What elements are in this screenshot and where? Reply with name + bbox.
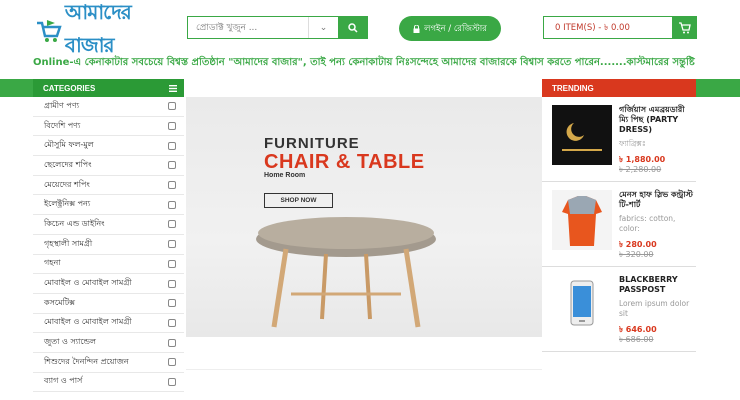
banner-subheading: CHAIR & TABLE [264,151,425,173]
category-icon [168,318,176,327]
product-desc: fabrics: cotton, color: [619,214,676,233]
login-label: লগইন / রেজিস্টার [424,23,487,34]
cart-logo-icon [36,20,62,42]
category-icon [168,299,176,308]
category-icon [168,141,176,150]
product-price: ৳ 646.00 [619,325,657,334]
tshirt-image [552,190,612,250]
chevron-down-icon: ⌄ [319,22,328,32]
category-item[interactable]: ইলেক্ট্রনিক্স পন্য [33,195,184,216]
stool-image [256,217,436,328]
category-item[interactable]: মোবাইল ও মোবাইল সামগ্রী [33,314,184,334]
category-item[interactable]: মেয়েদের শপিং [33,176,184,196]
banner-caption: Home Room [264,172,306,179]
trending-product[interactable]: BLACKBERRY PASSPOST Lorem ipsum dolor si… [542,267,696,352]
category-icon [168,122,176,131]
hero-banner[interactable]: FURNITURE CHAIR & TABLE Home Room SHOP N… [186,97,542,337]
product-name[interactable]: গর্জিয়াস এমব্রয়ডারী ম্যি পিছ (PARTY DR… [619,105,696,135]
product-old-price: ৳ 320.00 [619,250,654,259]
category-item[interactable]: গ্রামীণ পণ্য [33,97,184,117]
phone-image [552,275,612,335]
trending-product[interactable]: গর্জিয়াস এমব্রয়ডারী ম্যি পিছ (PARTY DR… [542,97,696,182]
category-item[interactable]: মৌসুমি ফল-মুল [33,136,184,157]
category-icon [168,338,176,347]
category-icon [168,377,176,386]
trending-header: TRENDING [542,79,696,97]
lock-icon [413,24,420,33]
category-icon [168,259,176,268]
search-category-dropdown[interactable]: ⌄ [308,17,338,38]
category-icon [168,358,176,367]
menu-icon [169,84,177,92]
announcement-marquee: Online-এ কেনাকাটার সবচেয়ে বিশ্বস্ত প্রত… [33,55,707,70]
site-logo[interactable]: আমাদের বাজার [35,0,185,57]
trending-title: TRENDING [552,83,594,93]
product-desc: Lorem ipsum dolor sit [619,299,690,318]
banner-heading: FURNITURE [264,135,360,152]
category-item[interactable]: কিচেন এন্ড ডাইনিং [33,215,184,235]
category-icon [168,181,176,190]
product-old-price: ৳ 2,280.00 [619,165,662,174]
trending-list: গর্জিয়াস এমব্রয়ডারী ম্যি পিছ (PARTY DR… [542,97,696,352]
marquee-text: Online-এ কেনাকাটার সবচেয়ে বিশ্বস্ত প্রত… [33,57,695,68]
categories-title: CATEGORIES [43,83,96,93]
categories-header[interactable]: CATEGORIES [33,79,184,97]
cart-summary[interactable]: 0 ITEM(S) - ৳ 0.00 [543,16,697,39]
category-item[interactable]: জুতা ও স্যান্ডেল [33,333,184,353]
category-icon [168,102,176,111]
divider [186,369,542,370]
trending-product[interactable]: মেনস হাফ স্লিভ কন্ট্রাস্ট টি-শার্ট fabri… [542,182,696,267]
cart-summary-text: 0 ITEM(S) - ৳ 0.00 [555,22,630,33]
category-item[interactable]: মোবাইল ও মোবাইল সামগ্রী [33,274,184,294]
product-desc: ফ্যাব্রিক্সঃ [619,139,646,148]
shop-now-button[interactable]: SHOP NOW [264,193,333,208]
category-list: গ্রামীণ পণ্য বিদেশি পণ্য মৌসুমি ফল-মুল ছ… [33,97,184,393]
cart-button[interactable] [672,16,696,39]
category-item[interactable]: বিদেশি পণ্য [33,117,184,137]
product-name[interactable]: মেনস হাফ স্লিভ কন্ট্রাস্ট টি-শার্ট [619,190,696,210]
search-input[interactable] [188,17,308,38]
category-item[interactable]: ব্যাগ ও পার্স [33,373,184,393]
category-icon [168,161,176,170]
party-dress-image [552,105,612,165]
search-icon [347,22,358,33]
category-item[interactable]: কসমেটিক্স [33,294,184,314]
category-icon [168,200,176,209]
category-item[interactable]: গৃহস্থালী সামগ্রী [33,235,184,255]
category-item[interactable]: গহনা [33,255,184,275]
search-button[interactable] [338,17,367,38]
category-item[interactable]: শিশুদের দৈনন্দিন প্রয়োজন [33,353,184,373]
search-bar: ⌄ [187,16,368,39]
category-icon [168,279,176,288]
category-icon [168,220,176,229]
shopping-cart-icon [678,21,691,33]
product-name[interactable]: BLACKBERRY PASSPOST [619,275,696,295]
category-item[interactable]: ছেলেদের শপিং [33,156,184,176]
product-old-price: ৳ 686.00 [619,335,654,344]
product-price: ৳ 1,880.00 [619,155,666,164]
login-register-button[interactable]: লগইন / রেজিস্টার [399,16,501,41]
category-icon [168,240,176,249]
product-price: ৳ 280.00 [619,240,657,249]
